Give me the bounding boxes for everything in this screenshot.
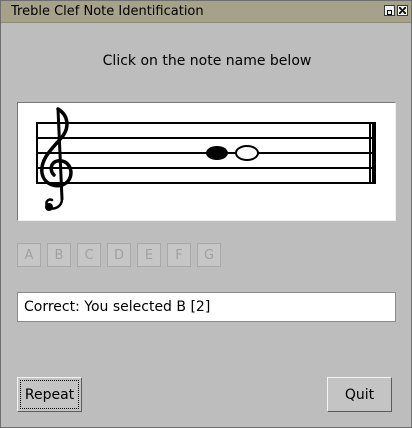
treble-clef-icon: [40, 107, 73, 211]
answer-note: [235, 145, 259, 161]
note-buttons: A B C D E F G: [17, 243, 221, 267]
note-button-f[interactable]: F: [167, 243, 191, 267]
staff-panel: [17, 102, 396, 221]
quit-button[interactable]: Quit: [327, 377, 392, 412]
instruction-text: Click on the note name below: [102, 53, 312, 69]
status-field: Correct: You selected B [2]: [17, 292, 396, 322]
note-button-e[interactable]: E: [137, 243, 161, 267]
restore-icon[interactable]: [384, 5, 395, 16]
window-title: Treble Clef Note Identification: [11, 4, 204, 19]
note-button-c[interactable]: C: [77, 243, 101, 267]
note-button-b[interactable]: B: [47, 243, 71, 267]
note-button-a[interactable]: A: [17, 243, 41, 267]
title-bar[interactable]: Treble Clef Note Identification: [1, 1, 411, 23]
quit-label: Quit: [344, 386, 375, 403]
repeat-button[interactable]: Repeat: [17, 377, 82, 412]
window-controls: [384, 5, 408, 16]
played-note: [206, 146, 228, 160]
app-window: Treble Clef Note Identification Click on…: [0, 0, 412, 428]
note-button-d[interactable]: D: [107, 243, 131, 267]
close-icon[interactable]: [397, 5, 408, 16]
focus-ring: [20, 380, 79, 409]
staff-svg: [36, 107, 376, 211]
note-button-g[interactable]: G: [197, 243, 221, 267]
